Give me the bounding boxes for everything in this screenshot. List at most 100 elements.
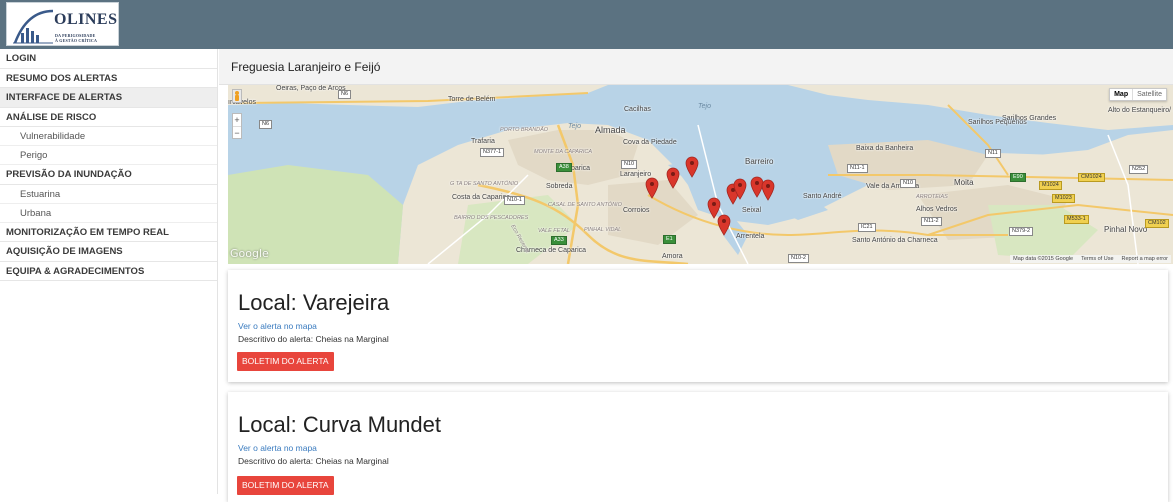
road-shield-e90: E90	[1010, 173, 1026, 182]
road-shield-n6a: N6	[338, 90, 352, 99]
map-label-trafaria: Trafaria	[471, 138, 495, 145]
map-label-arroteias: ARROTEIAS	[916, 194, 948, 200]
view-alert-on-map-link[interactable]: Ver o alerta no mapa	[238, 443, 317, 453]
road-shield-ic21: IC21	[858, 223, 876, 232]
alert-bulletin-button[interactable]: BOLETIM DO ALERTA	[237, 476, 334, 495]
street-view-pegman-icon[interactable]	[232, 89, 242, 103]
map-label-belem: Torre de Belém	[448, 96, 496, 103]
map-type-satellite-button[interactable]: Satellite	[1132, 89, 1166, 100]
map-label-oeiras: Oeiras, Paço de Arcos	[276, 85, 346, 92]
map-widget[interactable]: Oeiras, Paço de Arcos ırcavelos Torre de…	[228, 85, 1173, 264]
logo-tagline-2: À GESTÃO CRÍTICA	[55, 38, 98, 43]
zoom-control: + −	[232, 113, 242, 139]
alert-description: Descritivo do alerta: Cheias na Marginal	[238, 334, 389, 344]
map-label-vale-fetal: VALE FETAL	[538, 228, 570, 234]
road-shield-e1: E1	[663, 235, 676, 244]
map-base	[228, 85, 1173, 264]
alert-title: Local: Varejeira	[238, 290, 390, 315]
page-title: Freguesia Laranjeiro e Feijó	[231, 60, 381, 74]
sidebar-item-interface-alertas[interactable]: INTERFACE DE ALERTAS	[0, 88, 217, 108]
map-label-sarilhos-grandes: Sarilhos Grandes	[1002, 115, 1057, 122]
road-shield-n11: N11	[985, 149, 1001, 158]
road-shield-n377: N377-1	[480, 148, 505, 157]
road-shield-n10-1: N10-1	[504, 196, 525, 205]
map-label-tejo-1: Tejo	[568, 123, 581, 130]
map-type-control: Map Satellite	[1109, 88, 1167, 101]
alert-bulletin-button[interactable]: BOLETIM DO ALERTA	[237, 352, 334, 371]
map-label-santo-antonio: Santo António da Charneca	[852, 237, 938, 244]
sidebar-item-aquisicao-imagens[interactable]: AQUISIÇÃO DE IMAGENS	[0, 242, 217, 262]
alert-marker[interactable]	[666, 167, 680, 189]
sidebar-item-analise-risco[interactable]: ANÁLISE DE RISCO	[0, 108, 217, 127]
road-shield-n11-2: N11-2	[921, 217, 942, 226]
terms-link[interactable]: Terms of Use	[1081, 256, 1113, 262]
road-shield-n11b: N10	[900, 179, 917, 188]
map-label-monte: MONTE DA CAPARICA	[534, 149, 593, 155]
sidebar-item-resumo-alertas[interactable]: RESUMO DOS ALERTAS	[0, 69, 217, 88]
road-shield-a33: A33	[551, 236, 567, 245]
alert-marker[interactable]	[645, 177, 659, 199]
map-attribution: Map data ©2015 Google Terms of Use Repor…	[1010, 255, 1171, 263]
zoom-out-button[interactable]: −	[233, 126, 241, 139]
alert-card: Local: Curva Mundet Ver o alerta no mapa…	[228, 392, 1168, 502]
map-label-alhos-vedros: Alhos Vedros	[916, 206, 958, 213]
alert-marker[interactable]	[685, 156, 699, 178]
sidebar-item-login[interactable]: LOGIN	[0, 49, 217, 69]
sidebar-item-previsao-inundacao[interactable]: PREVISÃO DA INUNDAÇÃO	[0, 165, 217, 185]
view-alert-on-map-link[interactable]: Ver o alerta no mapa	[238, 321, 317, 331]
map-label-almada: Almada	[595, 125, 626, 135]
map-label-tejo-2: Tejo	[698, 103, 711, 110]
alert-description: Descritivo do alerta: Cheias na Marginal	[238, 456, 389, 466]
page-header: Freguesia Laranjeiro e Feijó	[219, 49, 1173, 85]
logo-text: OLINES	[54, 11, 118, 28]
road-shield-n6b: N6	[259, 120, 273, 129]
road-shield-m533: M533-1	[1064, 215, 1089, 224]
sidebar-subitem-estuarina[interactable]: Estuarina	[0, 185, 217, 204]
alert-card: Local: Varejeira Ver o alerta no mapa De…	[228, 270, 1168, 382]
alert-marker[interactable]	[717, 214, 731, 236]
map-label-santo-andre: Santo André	[803, 193, 842, 200]
sidebar-item-monitorizacao[interactable]: MONITORIZAÇÃO EM TEMPO REAL	[0, 223, 217, 242]
map-label-baixa: Baixa da Banheira	[856, 145, 914, 152]
map-label-moita: Moita	[954, 178, 974, 187]
map-label-gta: G TA DE SANTO ANTÓNIO	[450, 181, 519, 187]
map-label-sobreda: Sobreda	[546, 183, 573, 190]
map-label-costa: Costa da Caparica	[452, 194, 510, 201]
sidebar-nav: LOGIN RESUMO DOS ALERTAS INTERFACE DE AL…	[0, 49, 218, 494]
road-shield-n10: N10	[621, 160, 638, 169]
road-shield-m1023: M1023	[1052, 194, 1075, 203]
map-label-corroios: Corroios	[623, 207, 650, 214]
road-shield-m1024: M1024	[1039, 181, 1062, 190]
google-logo[interactable]: Google	[230, 247, 269, 260]
map-label-cova: Cova da Piedade	[623, 139, 677, 146]
sidebar-subitem-perigo[interactable]: Perigo	[0, 146, 217, 165]
map-label-pinhal-vidal: PINHAL VIDAL	[584, 227, 622, 233]
top-header: OLINES DA PERIGOSIDADE À GESTÃO CRÍTICA	[0, 0, 1173, 49]
road-shield-cm102: CM102	[1145, 219, 1169, 228]
alert-marker[interactable]	[733, 178, 747, 200]
zoom-in-button[interactable]: +	[233, 114, 241, 126]
map-label-bairro: BAIRRO DOS PESCADORES	[454, 215, 529, 221]
alert-title: Local: Curva Mundet	[238, 412, 441, 437]
road-shield-a38: A38	[556, 163, 572, 172]
map-data-text: Map data ©2015 Google	[1013, 256, 1074, 262]
logo[interactable]: OLINES DA PERIGOSIDADE À GESTÃO CRÍTICA	[6, 2, 119, 46]
report-error-link[interactable]: Report a map error	[1122, 256, 1168, 262]
map-label-seixal: Seixal	[742, 207, 762, 214]
map-label-casal: CASAL DE SANTO ANTÓNIO	[548, 202, 622, 208]
map-type-map-button[interactable]: Map	[1110, 89, 1132, 100]
map-label-arrentela: Arrentela	[736, 233, 765, 240]
map-label-cacilhas: Cacilhas	[624, 106, 651, 113]
map-label-porto-brandao: PORTO BRANDÃO	[500, 127, 549, 133]
map-label-alto-estanqueiro: Alto do Estanqueiro/ Jardia	[1108, 107, 1173, 114]
sidebar-item-equipa[interactable]: EQUIPA & AGRADECIMENTOS	[0, 262, 217, 281]
alert-marker[interactable]	[761, 179, 775, 201]
road-shield-n10-2: N10-2	[788, 254, 809, 263]
road-shield-n252: N252	[1129, 165, 1149, 174]
road-shield-cm1024: CM1024	[1078, 173, 1105, 182]
map-label-pinhal-novo: Pinhal Novo	[1104, 225, 1148, 234]
sidebar-subitem-vulnerabilidade[interactable]: Vulnerabilidade	[0, 127, 217, 146]
road-shield-n379: N379-2	[1009, 227, 1034, 236]
map-label-amora: Amora	[662, 253, 683, 260]
sidebar-subitem-urbana[interactable]: Urbana	[0, 204, 217, 223]
